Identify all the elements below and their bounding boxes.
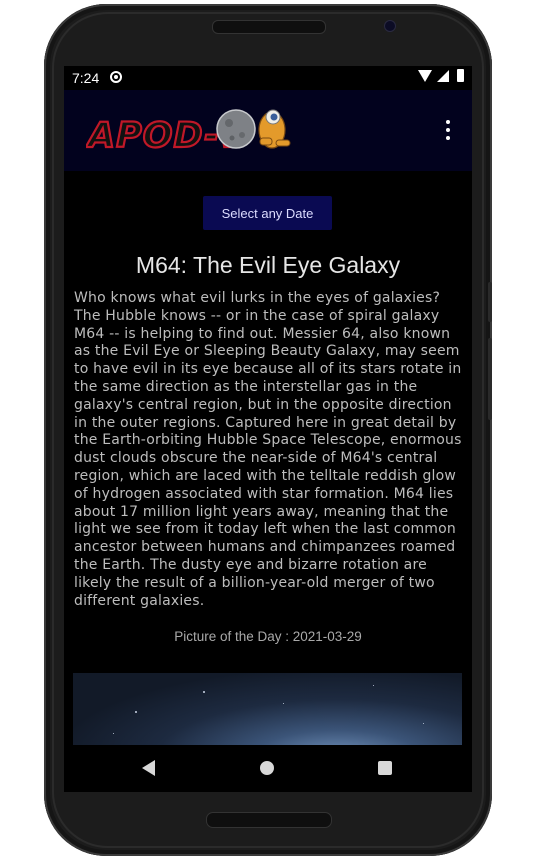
apod-date-label: Picture of the Day : 2021-03-29 [174, 629, 362, 644]
earpiece-speaker [212, 20, 326, 34]
power-button [488, 282, 492, 322]
apod-title: M64: The Evil Eye Galaxy [135, 252, 401, 278]
home-icon[interactable] [260, 761, 274, 775]
volume-button [488, 338, 492, 420]
status-bar: 7:24 [64, 66, 472, 90]
wifi-icon [418, 70, 432, 82]
front-camera [384, 20, 396, 32]
status-time: 7:24 [72, 70, 100, 86]
battery-icon [457, 69, 464, 82]
select-date-button[interactable]: Select any Date [203, 196, 332, 230]
recents-icon[interactable] [378, 761, 392, 775]
back-icon[interactable] [142, 760, 155, 776]
system-nav-bar [64, 745, 472, 792]
more-vert-icon[interactable] [444, 120, 452, 140]
app-logo: APOD-V [86, 109, 291, 157]
apod-explanation: Who knows what evil lurks in the eyes of… [74, 290, 462, 609]
app-screen: 7:24 APOD-V Select any Date M64: The Evi… [64, 66, 472, 792]
app-bar: APOD-V [64, 90, 472, 171]
sync-icon [110, 71, 122, 83]
bottom-speaker [206, 812, 332, 828]
apod-image[interactable] [73, 673, 462, 745]
signal-icon [437, 70, 449, 82]
